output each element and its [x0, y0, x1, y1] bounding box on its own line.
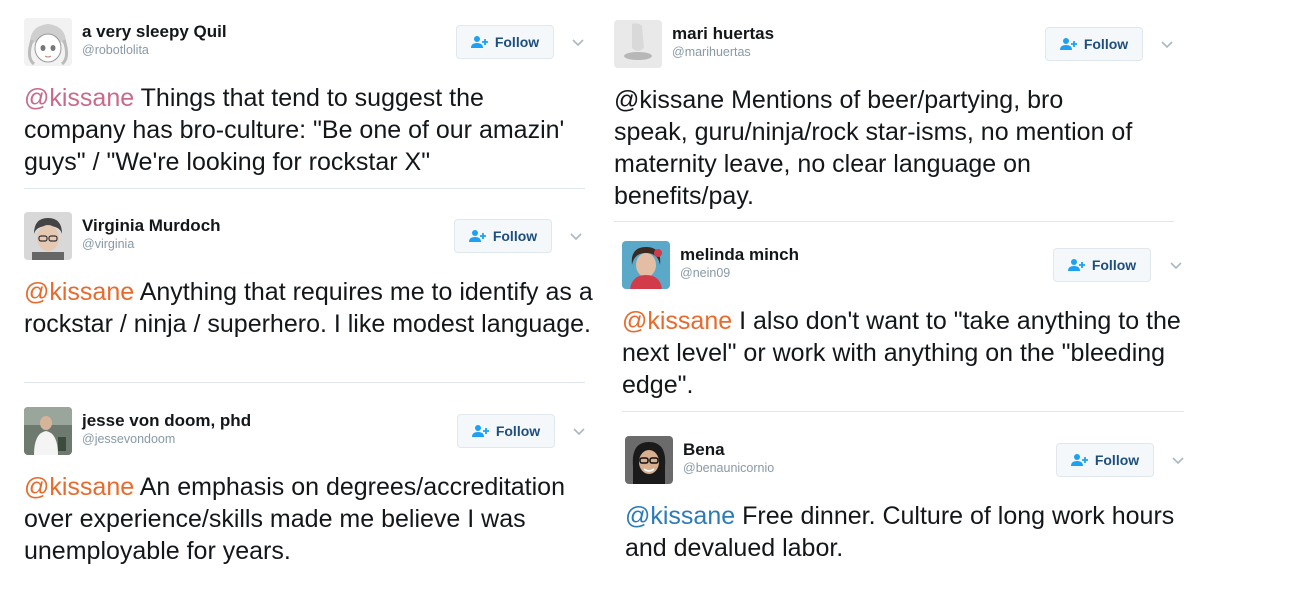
mention-link[interactable]: @kissane: [622, 307, 732, 335]
mention-link[interactable]: @kissane: [614, 86, 724, 114]
follow-button[interactable]: Follow: [454, 219, 552, 253]
display-name[interactable]: Virginia Murdoch: [82, 216, 221, 236]
follow-button[interactable]: Follow: [1056, 443, 1154, 477]
add-user-icon: [471, 424, 490, 438]
display-name[interactable]: Bena: [683, 440, 725, 460]
chevron-down-icon[interactable]: [1168, 257, 1184, 273]
display-name[interactable]: jesse von doom, phd: [82, 411, 251, 431]
avatar[interactable]: [24, 212, 72, 260]
display-name[interactable]: melinda minch: [680, 245, 799, 265]
display-name[interactable]: mari huertas: [672, 24, 774, 44]
tweet-text: @kissane Mentions of beer/partying, bro …: [614, 84, 1134, 212]
tweet-text: @kissane Anything that requires me to id…: [24, 276, 594, 340]
divider: [614, 221, 1174, 222]
mention-link[interactable]: @kissane: [24, 84, 134, 112]
follow-button[interactable]: Follow: [1045, 27, 1143, 61]
tweet-text: @kissane I also don't want to "take anyt…: [622, 305, 1182, 401]
avatar[interactable]: [24, 407, 72, 455]
user-handle[interactable]: @marihuertas: [672, 45, 751, 59]
follow-label: Follow: [1094, 452, 1140, 468]
avatar[interactable]: [622, 241, 670, 289]
chevron-down-icon[interactable]: [1170, 452, 1186, 468]
tweet-text: @kissane An emphasis on degrees/accredit…: [24, 471, 594, 567]
follow-button[interactable]: Follow: [456, 25, 554, 59]
avatar[interactable]: [24, 18, 72, 66]
add-user-icon: [1067, 258, 1086, 272]
tweet-text: @kissane Things that tend to suggest the…: [24, 82, 584, 178]
tweet-card: Virginia Murdoch @virginia Follow @kissa…: [24, 212, 599, 382]
mention-link[interactable]: @kissane: [24, 278, 134, 306]
follow-button[interactable]: Follow: [457, 414, 555, 448]
add-user-icon: [468, 229, 487, 243]
avatar[interactable]: [614, 20, 662, 68]
user-handle[interactable]: @benaunicornio: [683, 461, 774, 475]
tweet-card: a very sleepy Quil @robotlolita Follow @…: [24, 18, 599, 188]
divider: [24, 382, 585, 383]
avatar[interactable]: [625, 436, 673, 484]
follow-label: Follow: [494, 34, 540, 50]
divider: [622, 411, 1184, 412]
tweet-card: mari huertas @marihuertas Follow @kissan…: [614, 20, 1194, 220]
mention-link[interactable]: @kissane: [24, 473, 134, 501]
follow-label: Follow: [492, 228, 538, 244]
mention-link[interactable]: @kissane: [625, 502, 735, 530]
tweet-text: @kissane Free dinner. Culture of long wo…: [625, 500, 1195, 564]
person-avatar-icon: [24, 212, 72, 260]
follow-label: Follow: [1083, 36, 1129, 52]
chevron-down-icon[interactable]: [570, 34, 586, 50]
person-avatar-icon: [625, 436, 673, 484]
chevron-down-icon[interactable]: [571, 423, 587, 439]
add-user-icon: [470, 35, 489, 49]
cartoon-girl-avatar-icon: [24, 18, 72, 66]
user-handle[interactable]: @jessevondoom: [82, 432, 175, 446]
tweet-card: jesse von doom, phd @jessevondoom Follow…: [24, 407, 599, 577]
user-handle[interactable]: @nein09: [680, 266, 730, 280]
user-handle[interactable]: @robotlolita: [82, 43, 149, 57]
follow-button[interactable]: Follow: [1053, 248, 1151, 282]
add-user-icon: [1059, 37, 1078, 51]
user-handle[interactable]: @virginia: [82, 237, 134, 251]
add-user-icon: [1070, 453, 1089, 467]
display-name[interactable]: a very sleepy Quil: [82, 22, 227, 42]
tweet-card: Bena @benaunicornio Follow @kissane Free…: [625, 436, 1200, 576]
follow-label: Follow: [495, 423, 541, 439]
person-avatar-icon: [24, 407, 72, 455]
chevron-down-icon[interactable]: [1159, 36, 1175, 52]
chevron-down-icon[interactable]: [568, 228, 584, 244]
tweet-card: melinda minch @nein09 Follow @kissane I …: [622, 241, 1197, 411]
hand-avatar-icon: [614, 20, 662, 68]
divider: [24, 188, 585, 189]
follow-label: Follow: [1091, 257, 1137, 273]
person-avatar-icon: [622, 241, 670, 289]
